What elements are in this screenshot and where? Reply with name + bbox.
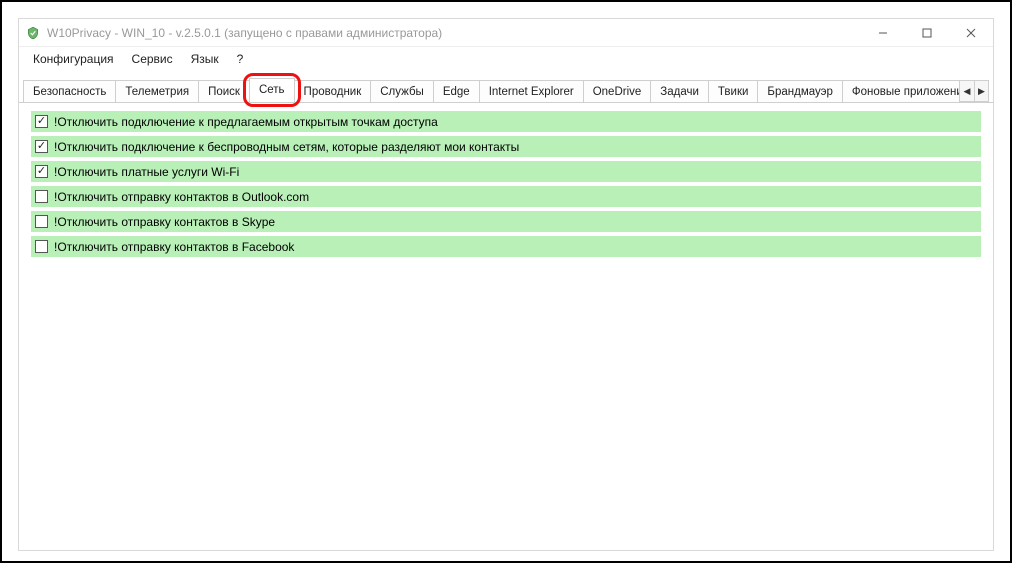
option-checkbox[interactable] (35, 190, 48, 203)
option-row: ✓ !Отключить подключение к беспроводным с… (31, 136, 981, 157)
tab-11[interactable]: Брандмауэр (757, 80, 842, 102)
menu-language[interactable]: Язык (183, 49, 227, 69)
app-window: W10Privacy - WIN_10 - v.2.5.0.1 (запущен… (18, 18, 994, 551)
tabstrip: БезопасностьТелеметрияПоискСетьПроводник… (19, 77, 993, 103)
tab-5[interactable]: Службы (370, 80, 434, 102)
option-label: !Отключить отправку контактов в Facebook (54, 240, 294, 254)
option-checkbox[interactable]: ✓ (35, 165, 48, 178)
option-checkbox[interactable]: ✓ (35, 140, 48, 153)
tab-scroll-right-icon[interactable]: ▶ (974, 81, 988, 101)
tab-3[interactable]: Сеть (249, 78, 295, 102)
titlebar: W10Privacy - WIN_10 - v.2.5.0.1 (запущен… (19, 19, 993, 47)
menu-help[interactable]: ? (229, 49, 252, 69)
option-label: !Отключить отправку контактов в Skype (54, 215, 275, 229)
option-checkbox[interactable] (35, 215, 48, 228)
option-checkbox[interactable]: ✓ (35, 115, 48, 128)
tab-scroll-left-icon[interactable]: ◀ (960, 81, 974, 101)
option-label: !Отключить платные услуги Wi-Fi (54, 165, 239, 179)
tab-7[interactable]: Internet Explorer (479, 80, 584, 102)
option-row: !Отключить отправку контактов в Skype (31, 211, 981, 232)
tab-4[interactable]: Проводник (294, 80, 372, 102)
close-button[interactable] (949, 19, 993, 46)
menu-configuration[interactable]: Конфигурация (25, 49, 122, 69)
option-row: !Отключить отправку контактов в Facebook (31, 236, 981, 257)
tab-scroll: ◀ ▶ (959, 80, 989, 102)
tab-0[interactable]: Безопасность (23, 80, 116, 102)
menubar: Конфигурация Сервис Язык ? (19, 47, 993, 71)
option-row: !Отключить отправку контактов в Outlook.… (31, 186, 981, 207)
tab-2[interactable]: Поиск (198, 80, 250, 102)
option-label: !Отключить подключение к беспроводным се… (54, 140, 519, 154)
menu-service[interactable]: Сервис (124, 49, 181, 69)
tab-9[interactable]: Задачи (650, 80, 709, 102)
option-checkbox[interactable] (35, 240, 48, 253)
option-label: !Отключить отправку контактов в Outlook.… (54, 190, 309, 204)
tab-8[interactable]: OneDrive (583, 80, 652, 102)
tab-content: ✓ !Отключить подключение к предлагаемым о… (19, 103, 993, 550)
option-label: !Отключить подключение к предлагаемым от… (54, 115, 438, 129)
option-row: ✓ !Отключить подключение к предлагаемым о… (31, 111, 981, 132)
option-row: ✓ !Отключить платные услуги Wi-Fi (31, 161, 981, 182)
window-title: W10Privacy - WIN_10 - v.2.5.0.1 (запущен… (47, 26, 861, 40)
app-shield-icon (25, 25, 41, 41)
tab-12[interactable]: Фоновые приложения (842, 80, 959, 102)
maximize-button[interactable] (905, 19, 949, 46)
tab-1[interactable]: Телеметрия (115, 80, 199, 102)
screenshot-frame: W10Privacy - WIN_10 - v.2.5.0.1 (запущен… (0, 0, 1012, 563)
minimize-button[interactable] (861, 19, 905, 46)
window-controls (861, 19, 993, 46)
tab-10[interactable]: Твики (708, 80, 759, 102)
tab-6[interactable]: Edge (433, 80, 480, 102)
